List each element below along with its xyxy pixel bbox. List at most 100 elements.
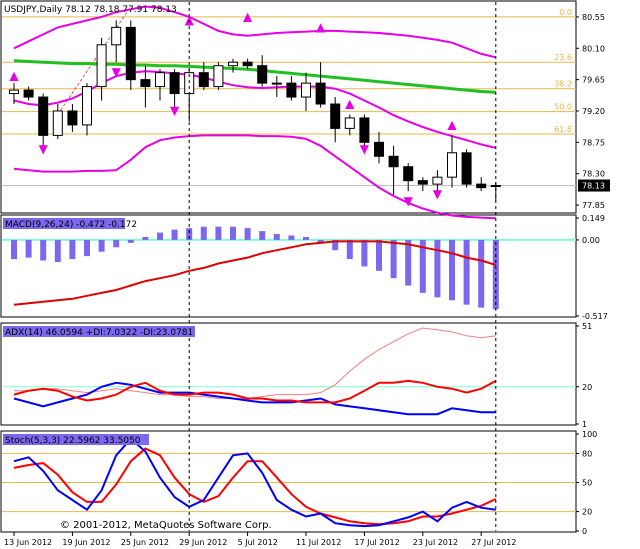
fractal-down-arrow: ▼ — [39, 142, 49, 156]
date-label: 25 Jun 2012 — [121, 538, 169, 547]
macd-bar — [171, 229, 178, 240]
bear-candle — [257, 65, 268, 84]
macd-bar — [478, 239, 485, 308]
macd-bar — [376, 239, 382, 271]
minus-di-line — [13, 379, 497, 404]
bull-candle — [213, 65, 224, 88]
macd-panel[interactable] — [0, 214, 577, 318]
macd-bar — [244, 228, 251, 240]
bear-candle — [417, 180, 428, 185]
bull-candle — [344, 117, 355, 129]
macd-bar — [200, 226, 207, 240]
bear-candle — [125, 26, 136, 81]
bollinger-lower-line — [13, 134, 496, 220]
macd-bar — [346, 239, 353, 260]
date-label: 11 Jul 2012 — [296, 538, 341, 547]
axis-tick-label: 100 — [582, 430, 597, 439]
bull-candle — [490, 185, 501, 188]
axis-tick-label: 50 — [582, 479, 592, 488]
bear-candle — [23, 89, 34, 98]
date-label: 19 Jun 2012 — [62, 538, 110, 547]
macd-bar — [303, 236, 309, 240]
axis-tick-label: 80.10 — [582, 44, 605, 53]
macd-bar — [157, 232, 163, 240]
macd-bar — [40, 239, 47, 261]
axis-tick-label: 51 — [582, 322, 592, 331]
fib-anchor-line — [57, 6, 132, 115]
fib-level-label: 50.0 — [554, 103, 572, 112]
macd-bar — [463, 239, 470, 305]
copyright-text: © 2001-2012, MetaQuotes Software Corp. — [60, 520, 272, 531]
bear-candle — [374, 141, 384, 157]
fractal-arrows: ▲▲ ▲▲▲▲▼▼▼▼▼ ▼ — [9, 9, 457, 208]
chart-window: 0.0 23.6 38.2 50.0 61.8 ▲ ▲ ▲ ▲ ▲ ▲ ▼ ▼ ▼ ▼ ▼ ▼ 80.55 80… — [0, 0, 640, 549]
axis-tick-label: 80 — [582, 449, 592, 458]
macd-bar — [288, 235, 295, 240]
bull-candle — [228, 61, 238, 67]
fractal-down-arrow: ▼ — [360, 142, 370, 156]
fib-level-label: 61.8 — [554, 125, 572, 134]
macd-bar — [54, 239, 61, 262]
fractal-down-arrow: ▼ — [170, 103, 180, 117]
date-label: 13 Jun 2012 — [4, 538, 52, 547]
bear-candle — [242, 61, 253, 67]
bull-candle — [82, 86, 92, 126]
stoch-panel[interactable] — [0, 430, 577, 533]
bull-candle — [52, 110, 63, 136]
axis-tick-label: 0.00 — [582, 236, 600, 245]
chart-title: USDJPY,Daily 78.12 78.18 77.91 78.13 — [4, 5, 177, 15]
bull-candle — [111, 26, 122, 46]
stochastic-lines — [2, 437, 576, 528]
fractal-down-arrow: ▼ — [433, 187, 443, 201]
fib-level-label: 0.0 — [559, 8, 572, 17]
axis-tick-label: -0.517 — [582, 312, 608, 321]
bull-candle — [9, 89, 19, 95]
macd-bar — [98, 239, 105, 252]
chart-canvas[interactable]: 0.023.638.250.061.8 ▲▲ ▲▲▲▲▼▼▼▼▼ ▼ 80.5580… — [0, 0, 640, 549]
bear-candle — [388, 155, 399, 168]
axis-tick-label: 80.55 — [582, 13, 605, 22]
bear-candle — [286, 82, 297, 98]
adx-panel[interactable] — [0, 322, 577, 426]
bull-candle — [301, 82, 311, 98]
bear-candle — [140, 79, 151, 88]
macd-bar — [25, 239, 32, 258]
macd-bar — [69, 239, 76, 260]
fractal-down-arrow: ▼ — [404, 194, 414, 208]
macd-bar — [127, 239, 134, 243]
axis-tick-label: 20 — [582, 508, 592, 517]
date-label: 29 Jun 2012 — [179, 538, 227, 547]
bear-candle — [198, 72, 209, 88]
bear-candle — [330, 103, 341, 129]
bull-candle — [432, 176, 443, 185]
date-label: 17 Jul 2012 — [354, 538, 399, 547]
fractal-up-arrow: ▲ — [243, 9, 253, 23]
bull-candle — [96, 44, 107, 88]
price-axis: 80.55 80.10 79.65 79.20 78.75 78.30 77.85 0.149… — [576, 13, 610, 536]
bear-candle — [67, 110, 78, 126]
bear-candle — [38, 96, 49, 136]
bear-candle — [461, 152, 472, 185]
macd-bar — [11, 239, 17, 260]
bear-candle — [169, 72, 180, 95]
axis-tick-label: 79.65 — [582, 76, 605, 85]
macd-bar — [390, 239, 397, 279]
macd-bar — [230, 226, 236, 240]
adx-label: ADX(14) 46.0594 +DI:7.0322 -DI:23.0781 — [5, 328, 193, 338]
axis-tick-label: 77.85 — [582, 201, 605, 210]
candlesticks — [9, 20, 501, 201]
macd-bar — [142, 236, 149, 240]
bull-candle — [447, 152, 457, 178]
date-label: 27 Jul 2012 — [471, 538, 516, 547]
fractal-up-arrow: ▲ — [447, 117, 457, 131]
macd-bar — [273, 234, 280, 240]
adx-line — [14, 327, 496, 399]
macd-bar — [84, 239, 90, 257]
macd-bar — [361, 239, 368, 267]
macd-label: MACD(9,26,24) -0.472 -0.172 — [5, 220, 137, 230]
bear-candle — [403, 166, 414, 182]
fractal-up-arrow: ▲ — [345, 97, 355, 111]
time-axis: 13 Jun 2012 19 Jun 2012 25 Jun 2012 29 Jun … — [4, 532, 516, 547]
axis-tick-label: 78.30 — [582, 170, 605, 179]
axis-tick-label: 20 — [582, 383, 592, 392]
